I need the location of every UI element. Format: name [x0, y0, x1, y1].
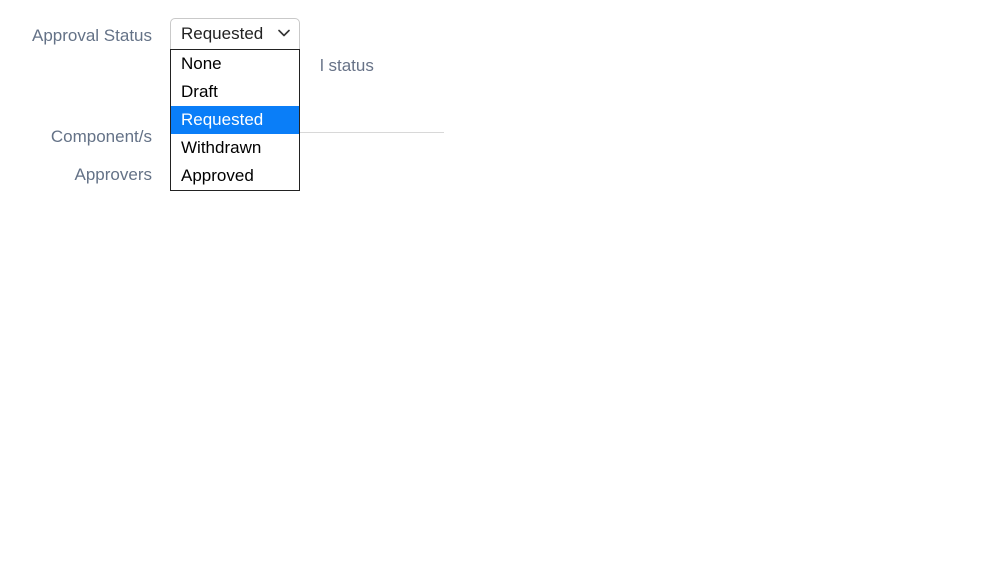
approval-status-field: Requested None Draft Requested Withdrawn… [170, 18, 300, 50]
approval-status-row: Approval Status Requested None Draft Req… [0, 18, 999, 50]
approval-status-dropdown: None Draft Requested Withdrawn Approved [170, 49, 300, 191]
dropdown-option-requested[interactable]: Requested [171, 106, 299, 134]
dropdown-option-approved[interactable]: Approved [171, 162, 299, 190]
dropdown-option-withdrawn[interactable]: Withdrawn [171, 134, 299, 162]
approval-status-select[interactable]: Requested [170, 18, 300, 50]
approval-status-hint-fragment: l status [320, 56, 374, 76]
approvers-row: Approvers [0, 147, 999, 185]
form-container: Approval Status Requested None Draft Req… [0, 0, 999, 186]
chevron-down-icon [278, 29, 290, 37]
dropdown-option-draft[interactable]: Draft [171, 78, 299, 106]
approval-status-label: Approval Status [0, 18, 170, 46]
approval-status-selected-value: Requested [181, 24, 263, 44]
components-row: Component/s [0, 50, 999, 147]
dropdown-option-none[interactable]: None [171, 50, 299, 78]
approvers-label: Approvers [0, 147, 170, 185]
components-label: Component/s [0, 50, 170, 147]
